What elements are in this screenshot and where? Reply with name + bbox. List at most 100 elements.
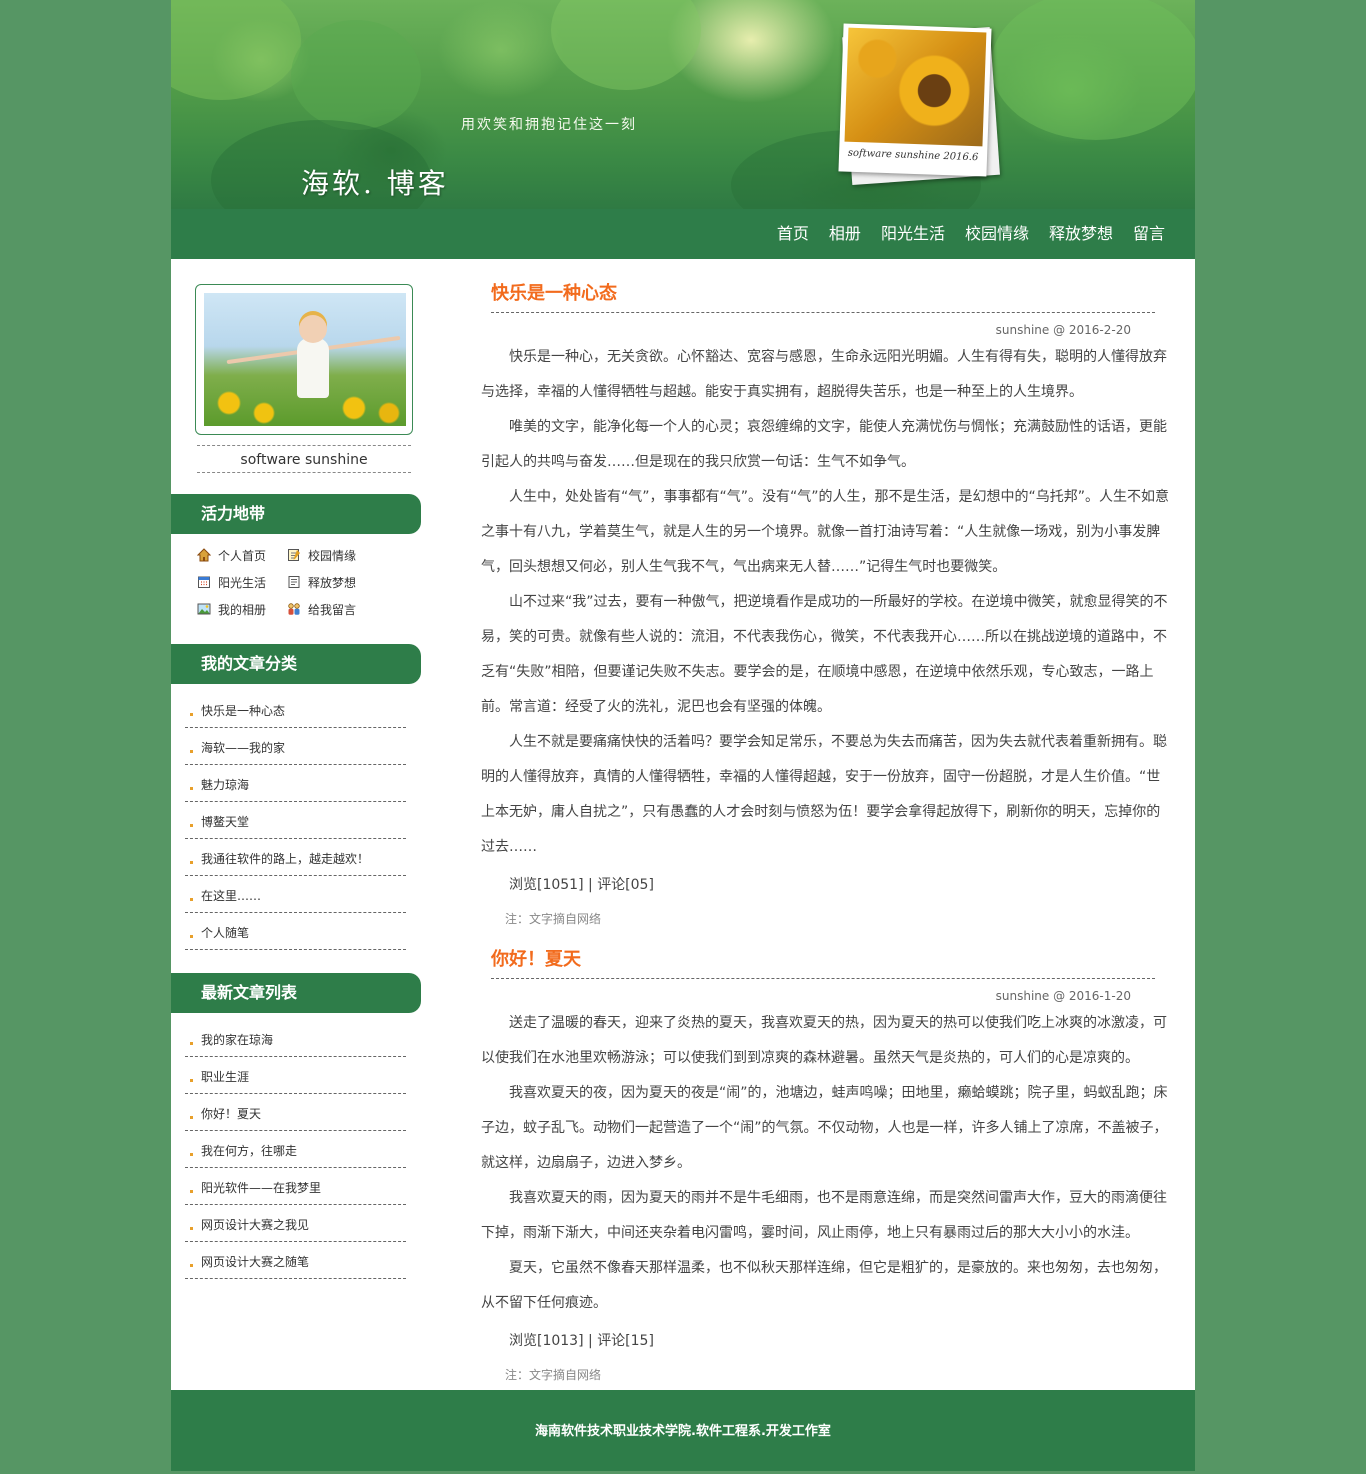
nav-item-message[interactable]: 留言 [1133, 209, 1165, 259]
comments-link[interactable]: 评论[15] [597, 1333, 654, 1349]
nav-item-dreams[interactable]: 释放梦想 [1049, 209, 1113, 259]
latest-article-label: 我在何方，往哪走 [201, 1144, 298, 1158]
article-meta: sunshine @ 2016-2-20 [995, 323, 1131, 337]
quick-links: 个人首页 校园情缘 阳光生活 释放梦想 我的相册 给我留言 [196, 546, 397, 618]
header-banner: 用欢笑和拥抱记住这一刻 海软. 博客 software sunshine 201… [171, 0, 1195, 209]
article-stats: 浏览[1013] | 评论[15] [509, 1330, 654, 1350]
title-divider [491, 978, 1155, 979]
nav-item-sunshine-life[interactable]: 阳光生活 [881, 209, 945, 259]
article-paragraph: 山不过来“我”过去，要有一种傲气，把逆境看作是成功的一所最好的学校。在逆境中微笑… [481, 594, 1168, 715]
bullet-icon [190, 1042, 193, 1045]
footer-text: 海南软件技术职业技术学院.软件工程系.开发工作室 [535, 1424, 831, 1439]
quick-link-message[interactable]: 给我留言 [287, 600, 387, 618]
category-label: 博鳌天堂 [201, 815, 250, 829]
photo-icon [197, 602, 211, 616]
category-label: 我通往软件的路上，越走越欢！ [201, 852, 370, 866]
views-link[interactable]: 浏览[1013] [509, 1333, 584, 1349]
latest-article-item[interactable]: 职业生涯 [185, 1057, 406, 1094]
latest-article-item[interactable]: 我在何方，往哪走 [185, 1131, 406, 1168]
article-paragraph: 夏天，它虽然不像春天那样温柔，也不似秋天那样连绵，但它是粗犷的，是豪放的。来也匆… [481, 1260, 1167, 1311]
latest-article-label: 网页设计大赛之我见 [201, 1218, 310, 1232]
quick-link-label: 释放梦想 [308, 575, 357, 590]
category-label: 魅力琼海 [201, 778, 250, 792]
bullet-icon [190, 1190, 193, 1193]
views-link[interactable]: 浏览[1051] [509, 877, 584, 893]
quick-link-label: 阳光生活 [218, 575, 267, 590]
photo-dress [297, 338, 329, 398]
latest-article-item[interactable]: 网页设计大赛之随笔 [185, 1242, 406, 1279]
article-note: 注：文字摘自网络 [505, 912, 602, 926]
comments-link[interactable]: 评论[05] [597, 877, 654, 893]
banner-slogan: 用欢笑和拥抱记住这一刻 [461, 117, 637, 133]
quick-link-label: 个人首页 [218, 548, 267, 563]
foliage-decoration [991, 0, 1195, 140]
home-icon [196, 548, 212, 562]
article-title[interactable]: 你好！夏天 [491, 945, 581, 971]
bullet-icon [190, 1116, 193, 1119]
foliage-decoration [551, 0, 701, 90]
latest-article-item[interactable]: 我的家在琼海 [185, 1020, 406, 1057]
quick-link-home[interactable]: 个人首页 [196, 546, 287, 564]
bullet-icon [190, 1079, 193, 1082]
article-paragraph: 我喜欢夏天的夜，因为夏天的夜是“闹”的，池塘边，蛙声鸣噪；田地里，癞蛤蟆跳；院子… [481, 1085, 1168, 1171]
polaroid-caption: software sunshine 2016.6 [847, 147, 979, 164]
category-item[interactable]: 魅力琼海 [185, 765, 406, 802]
nav-item-campus[interactable]: 校园情缘 [965, 209, 1029, 259]
latest-article-label: 我的家在琼海 [201, 1033, 274, 1047]
users-icon [287, 602, 301, 616]
category-item[interactable]: 在这里…… [185, 876, 406, 913]
category-label: 个人随笔 [201, 926, 250, 940]
bullet-icon [190, 787, 193, 790]
latest-article-item[interactable]: 阳光软件——在我梦里 [185, 1168, 406, 1205]
category-label: 海软——我的家 [201, 741, 286, 755]
category-item[interactable]: 个人随笔 [185, 913, 406, 950]
article-stats: 浏览[1051] | 评论[05] [509, 874, 654, 894]
quick-link-label: 给我留言 [308, 602, 357, 617]
foliage-decoration [291, 20, 421, 130]
nav-item-home[interactable]: 首页 [777, 209, 809, 259]
quick-link-label: 校园情缘 [308, 548, 357, 563]
category-item[interactable]: 海软——我的家 [185, 728, 406, 765]
latest-article-item[interactable]: 你好！夏天 [185, 1094, 406, 1131]
latest-article-label: 阳光软件——在我梦里 [201, 1181, 322, 1195]
category-item[interactable]: 快乐是一种心态 [185, 691, 406, 728]
profile-photo [204, 293, 406, 426]
bullet-icon [190, 750, 193, 753]
bullet-icon [190, 1227, 193, 1230]
page: 用欢笑和拥抱记住这一刻 海软. 博客 software sunshine 201… [171, 0, 1195, 1471]
notebook-icon [287, 548, 301, 562]
bullet-icon [190, 1153, 193, 1156]
bullet-icon [190, 1264, 193, 1267]
sunflower-image [844, 27, 987, 147]
category-item[interactable]: 我通往软件的路上，越走越欢！ [185, 839, 406, 876]
footer: 海南软件技术职业技术学院.软件工程系.开发工作室 [171, 1390, 1195, 1471]
stats-separator: | [588, 1333, 593, 1349]
article-note: 注：文字摘自网络 [505, 1368, 602, 1382]
quick-link-dreams[interactable]: 释放梦想 [287, 573, 387, 591]
quick-link-campus[interactable]: 校园情缘 [287, 546, 387, 564]
quick-link-sunshine[interactable]: 阳光生活 [197, 573, 287, 591]
quick-link-album[interactable]: 我的相册 [197, 600, 287, 618]
article-paragraph: 快乐是一种心，无关贪欲。心怀豁达、宽容与感恩，生命永远阳光明媚。人生有得有失，聪… [481, 349, 1167, 400]
nav-item-album[interactable]: 相册 [829, 209, 861, 259]
article-meta: sunshine @ 2016-1-20 [995, 989, 1131, 1003]
category-list: 快乐是一种心态 海软——我的家 魅力琼海 博鳌天堂 我通往软件的路上，越走越欢！… [185, 691, 406, 950]
latest-article-label: 职业生涯 [201, 1070, 250, 1084]
article-title[interactable]: 快乐是一种心态 [491, 279, 617, 305]
title-divider [491, 312, 1155, 313]
latest-article-label: 你好！夏天 [201, 1107, 262, 1121]
stats-separator: | [588, 877, 593, 893]
article-paragraph: 我喜欢夏天的雨，因为夏天的雨并不是牛毛细雨，也不是雨意连绵，而是突然间雷声大作，… [481, 1190, 1167, 1241]
profile-caption: software sunshine [197, 445, 411, 473]
latest-article-item[interactable]: 网页设计大赛之我见 [185, 1205, 406, 1242]
photo-head [299, 315, 327, 343]
article-body: 送走了温暖的春天，迎来了炎热的夏天，我喜欢夏天的热，因为夏天的热可以使我们吃上冰… [481, 1006, 1171, 1321]
category-item[interactable]: 博鳌天堂 [185, 802, 406, 839]
quick-link-label: 我的相册 [218, 602, 267, 617]
category-label: 快乐是一种心态 [201, 704, 286, 718]
bullet-icon [190, 898, 193, 901]
article-body: 快乐是一种心，无关贪欲。心怀豁达、宽容与感恩，生命永远阳光明媚。人生有得有失，聪… [481, 340, 1171, 865]
article-paragraph: 送走了温暖的春天，迎来了炎热的夏天，我喜欢夏天的热，因为夏天的热可以使我们吃上冰… [481, 1015, 1167, 1066]
bullet-icon [190, 713, 193, 716]
site-title: 海软. 博客 [301, 167, 449, 200]
